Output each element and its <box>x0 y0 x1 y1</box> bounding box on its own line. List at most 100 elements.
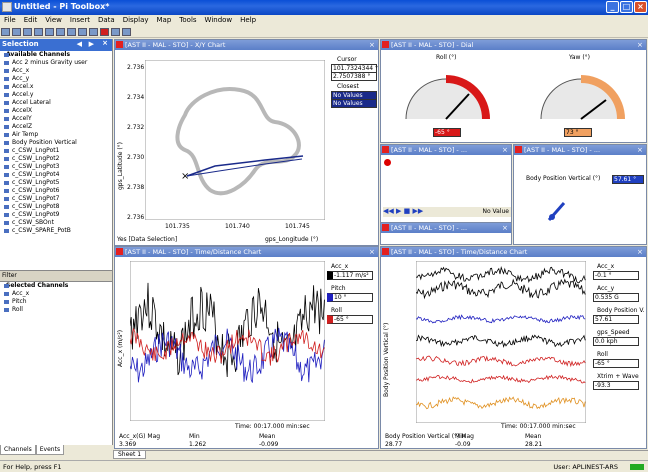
close-icon[interactable]: × <box>502 145 510 154</box>
xy-plot[interactable]: × <box>145 60 325 220</box>
body-position-header: [AST II - MAL - STO] - ... × <box>514 145 646 155</box>
cursor-value-2: 2.7507388 ° <box>331 72 377 81</box>
channel-item[interactable]: c_CSW_LngPot4 <box>0 171 112 179</box>
yaw-dial <box>540 75 625 120</box>
selected-channels-node[interactable]: Selected Channels <box>0 282 112 290</box>
close-button[interactable]: × <box>634 1 647 13</box>
menu-item-window[interactable]: Window <box>201 15 237 25</box>
selection-panel: Selection ◀ ▶ × Available Channels Acc 2… <box>0 39 113 455</box>
prev-icon[interactable]: ◀ <box>77 40 82 48</box>
close-icon[interactable]: × <box>369 40 377 49</box>
channel-item[interactable]: c_CSW_LngPot5 <box>0 179 112 187</box>
channel-item[interactable]: AccelY <box>0 115 112 123</box>
close-icon[interactable]: × <box>102 39 108 47</box>
record-icon[interactable] <box>100 28 109 36</box>
xy-ytick: 2.732 <box>127 124 145 131</box>
save-icon[interactable] <box>23 28 32 36</box>
td1-plot[interactable] <box>130 261 325 421</box>
minimize-button[interactable]: _ <box>606 1 619 13</box>
channel-item[interactable]: c_CSW_LngPot9 <box>0 211 112 219</box>
channel-item[interactable]: Accel.y <box>0 91 112 99</box>
maximize-button[interactable]: □ <box>620 1 633 13</box>
next-icon[interactable]: ▶ <box>89 40 94 48</box>
close-icon[interactable]: × <box>637 247 645 256</box>
td2-legend-value: -0.1 ° <box>593 271 639 280</box>
selected-channel-list: Selected Channels Acc_x Pitch Roll <box>0 281 112 421</box>
menu-item-data[interactable]: Data <box>94 15 119 25</box>
body-position-value: 57.61 ° <box>612 175 644 184</box>
channel-item[interactable]: AccelX <box>0 107 112 115</box>
channel-item[interactable]: c_CSW_LngPot7 <box>0 195 112 203</box>
channel-item[interactable]: Air Temp <box>0 131 112 139</box>
td-chart-2-header: [AST II - MAL - STO] - Time/Distance Cha… <box>381 247 646 257</box>
xy-chart-header: [AST II - MAL - STO] - X/Y Chart × <box>115 40 378 50</box>
measure-icon[interactable] <box>122 28 131 36</box>
close-icon[interactable]: × <box>637 40 645 49</box>
td-chart-1-header: [AST II - MAL - STO] - Time/Distance Cha… <box>115 247 378 257</box>
menu-item-display[interactable]: Display <box>119 15 153 25</box>
selected-channel-item[interactable]: Roll <box>0 306 112 314</box>
channel-item[interactable]: Accel Lateral <box>0 99 112 107</box>
channel-item[interactable]: Acc_y <box>0 75 112 83</box>
copy-icon[interactable] <box>56 28 65 36</box>
print-icon[interactable] <box>34 28 43 36</box>
cut-icon[interactable] <box>45 28 54 36</box>
xy-footer: Yes [Data Selection] <box>117 236 178 243</box>
filter-bar[interactable]: Filter <box>0 271 112 281</box>
menu-item-map[interactable]: Map <box>153 15 176 25</box>
td2-plot[interactable] <box>416 261 586 423</box>
close-icon[interactable]: × <box>369 247 377 256</box>
zoom-icon[interactable] <box>111 28 120 36</box>
channel-item[interactable]: Accel.x <box>0 83 112 91</box>
dial-title: [AST II - MAL - STO] - Dial <box>391 41 474 49</box>
app-icon <box>2 2 12 12</box>
tab-sheet-1[interactable]: Sheet 1 <box>113 451 147 459</box>
channel-item[interactable]: c_CSW_LngPot1 <box>0 147 112 155</box>
channel-item[interactable]: Acc 2 minus Gravity user <box>0 59 112 67</box>
available-channels-node[interactable]: Available Channels <box>0 51 112 59</box>
channel-item[interactable]: c_CSW_LngPot8 <box>0 203 112 211</box>
redo-icon[interactable] <box>89 28 98 36</box>
selected-channel-item[interactable]: Pitch <box>0 298 112 306</box>
td2-legend-name: gps_Speed <box>597 329 630 336</box>
undo-icon[interactable] <box>78 28 87 36</box>
play-icon[interactable]: ▶ <box>396 207 401 215</box>
channel-item[interactable]: Acc_x <box>0 67 112 75</box>
menu-item-insert[interactable]: Insert <box>66 15 94 25</box>
close-icon[interactable]: × <box>637 145 645 154</box>
playback-controls: ◀◀ ▶ ■ ▶▶ No Value <box>383 207 511 217</box>
td2-legend-value: 0.0 kph <box>593 337 639 346</box>
new-icon[interactable] <box>1 28 10 36</box>
channel-item[interactable]: c_CSW_SPARE_PotB <box>0 227 112 235</box>
channel-item[interactable]: c_CSW_LngPot3 <box>0 163 112 171</box>
selected-channel-item[interactable]: Acc_x <box>0 290 112 298</box>
tab-events[interactable]: Events <box>35 445 65 455</box>
channel-item[interactable]: AccelZ <box>0 123 112 131</box>
channel-item[interactable]: c_CSW_LngPot2 <box>0 155 112 163</box>
yaw-dial-label: Yaw (°) <box>569 54 591 61</box>
td1-stat-value: 1.262 <box>189 441 207 448</box>
menu-item-edit[interactable]: Edit <box>20 15 42 25</box>
open-icon[interactable] <box>12 28 21 36</box>
status-user: User: APLINEST-ARS <box>553 463 618 471</box>
menu-item-tools[interactable]: Tools <box>175 15 200 25</box>
channel-item[interactable]: c_CSW_LngPot6 <box>0 187 112 195</box>
stop-icon[interactable]: ■ <box>404 207 411 215</box>
rewind-icon[interactable]: ◀◀ <box>383 207 394 215</box>
menu-item-help[interactable]: Help <box>236 15 260 25</box>
channel-item[interactable]: Body Position Vertical <box>0 139 112 147</box>
menu-item-file[interactable]: File <box>0 15 20 25</box>
menu-item-view[interactable]: View <box>41 15 66 25</box>
cursor-label: Cursor <box>337 56 357 63</box>
td1-stat-value: -0.099 <box>259 441 279 448</box>
td2-ylabel: Body Position Vertical (°) <box>383 322 390 397</box>
close-icon[interactable]: × <box>502 223 510 232</box>
tab-channels[interactable]: Channels <box>0 445 36 455</box>
sheet-tabs: Sheet 1 <box>113 450 648 460</box>
paste-icon[interactable] <box>67 28 76 36</box>
forward-icon[interactable]: ▶▶ <box>413 207 424 215</box>
roll-dial <box>405 75 490 120</box>
channel-item[interactable]: c_CSW_SBOnt <box>0 219 112 227</box>
td2-stat-value: 28.77 <box>385 441 403 448</box>
td1-legend-value: 10 ° <box>327 293 373 302</box>
